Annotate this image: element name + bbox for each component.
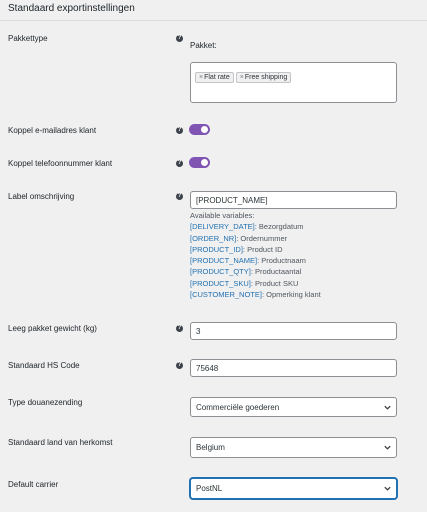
help-icon[interactable]: ?: [176, 362, 183, 369]
carrier-selected: PostNL: [196, 484, 223, 493]
var-key: [PRODUCT_ID]: [190, 244, 243, 254]
var-desc: : Product SKU: [250, 278, 299, 288]
origin-select[interactable]: Belgium: [190, 437, 397, 458]
tag-label: Free shipping: [244, 74, 288, 81]
remove-tag-icon[interactable]: ×: [199, 74, 203, 81]
var-item: [CUSTOMER_NOTE]: Opmerking klant: [190, 289, 321, 300]
tag-label: Flat rate: [204, 74, 230, 81]
chevron-down-icon: [384, 486, 391, 491]
section-title: Standaard exportinstellingen: [8, 3, 135, 14]
label-omschrijving-label: Label omschrijving: [8, 192, 75, 201]
var-item: [PRODUCT_ID]: Product ID: [190, 244, 321, 255]
tag-free-shipping[interactable]: ×Free shipping: [235, 72, 292, 83]
label-omschrijving-input[interactable]: [PRODUCT_NAME]: [190, 191, 397, 209]
var-item: [ORDER_NR]: Ordernummer: [190, 233, 321, 244]
email-label: Koppel e-mailadres klant: [8, 126, 97, 135]
weight-input[interactable]: 3: [190, 322, 397, 340]
var-desc: : Product ID: [242, 244, 283, 254]
tag-flat-rate[interactable]: ×Flat rate: [195, 72, 234, 83]
var-item: [DELIVERY_DATE]: Bezorgdatum: [190, 221, 321, 232]
phone-label: Koppel telefoonnummer klant: [8, 159, 113, 168]
var-key: [DELIVERY_DATE]: [190, 222, 255, 232]
carrier-select[interactable]: PostNL: [190, 478, 397, 499]
pakket-sublabel: Pakket:: [190, 41, 217, 50]
var-desc: : Opmerking klant: [261, 290, 321, 300]
var-key: [PRODUCT_NAME]: [190, 256, 258, 266]
pakkettype-label: Pakkettype: [8, 34, 48, 43]
pakkettype-multiselect[interactable]: ×Flat rate ×Free shipping: [190, 62, 397, 103]
origin-selected: Belgium: [196, 443, 225, 452]
help-icon[interactable]: ?: [176, 35, 183, 42]
var-key: [PRODUCT_SKU]: [190, 278, 251, 288]
var-item: [PRODUCT_QTY]: Productaantal: [190, 266, 321, 277]
vars-title: Available variables:: [190, 211, 255, 220]
divider: [0, 20, 427, 21]
carrier-label: Default carrier: [8, 480, 59, 489]
phone-toggle[interactable]: [189, 157, 210, 168]
chevron-down-icon: [384, 445, 391, 450]
email-toggle[interactable]: [189, 124, 210, 135]
var-key: [CUSTOMER_NOTE]: [190, 290, 262, 300]
chevron-down-icon: [384, 405, 391, 410]
customs-label: Type douanezending: [8, 398, 83, 407]
help-icon[interactable]: ?: [176, 160, 183, 167]
var-desc: : Bezorgdatum: [254, 222, 304, 232]
help-icon[interactable]: ?: [176, 127, 183, 134]
help-icon[interactable]: ?: [176, 193, 183, 200]
toggle-knob: [201, 159, 208, 166]
var-key: [PRODUCT_QTY]: [190, 267, 251, 277]
var-desc: : Ordernummer: [236, 233, 288, 243]
var-item: [PRODUCT_NAME]: Productnaam: [190, 255, 321, 266]
hs-code-label: Standaard HS Code: [8, 361, 80, 370]
var-desc: : Productnaam: [257, 256, 306, 266]
customs-select[interactable]: Commerciële goederen: [190, 397, 397, 417]
toggle-knob: [201, 126, 208, 133]
help-icon[interactable]: ?: [176, 325, 183, 332]
customs-selected: Commerciële goederen: [196, 403, 280, 412]
remove-tag-icon[interactable]: ×: [240, 74, 244, 81]
var-desc: : Productaantal: [250, 267, 302, 277]
available-variables: Available variables: [DELIVERY_DATE]: Be…: [190, 210, 321, 300]
weight-label: Leeg pakket gewicht (kg): [8, 324, 97, 333]
origin-label: Standaard land van herkomst: [8, 438, 113, 447]
var-key: [ORDER_NR]: [190, 233, 237, 243]
hs-code-input[interactable]: 75648: [190, 359, 397, 377]
var-item: [PRODUCT_SKU]: Product SKU: [190, 278, 321, 289]
